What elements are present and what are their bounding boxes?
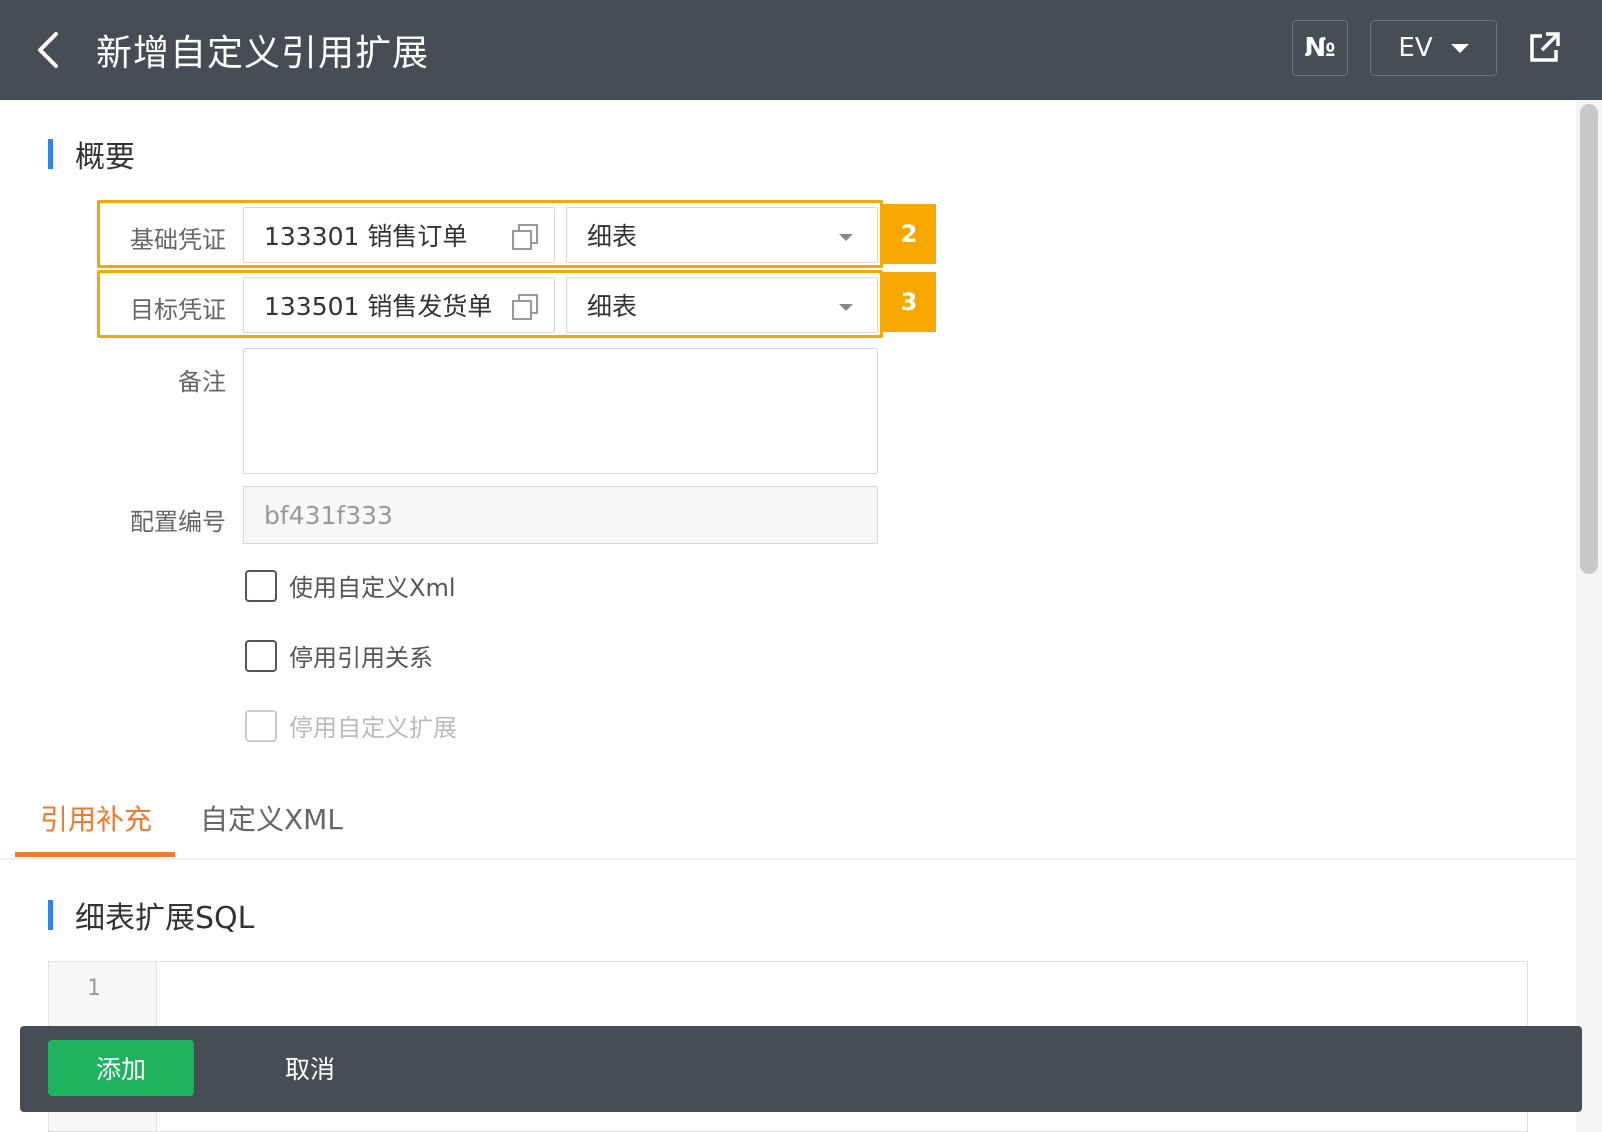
- remark-textarea[interactable]: [243, 348, 878, 474]
- base-table-value: 细表: [587, 222, 638, 251]
- line-number: 1: [87, 976, 101, 1001]
- number-label: №: [1304, 33, 1336, 63]
- tab-reference-supplement[interactable]: 引用补充: [40, 798, 152, 838]
- summary-title-text: 概要: [75, 140, 135, 175]
- checkbox-box: [245, 709, 277, 742]
- remark-label: 备注: [178, 368, 226, 396]
- section-accent-bar: [48, 139, 53, 169]
- summary-section-title: 概要: [48, 132, 135, 176]
- tab-custom-xml[interactable]: 自定义XML: [200, 798, 343, 838]
- copy-icon[interactable]: [510, 292, 540, 322]
- number-button[interactable]: №: [1292, 20, 1348, 76]
- checkbox-box[interactable]: [245, 639, 277, 672]
- target-voucher-label: 目标凭证: [130, 296, 226, 324]
- sql-section-title: 细表扩展SQL: [48, 893, 254, 937]
- active-tab-indicator: [15, 852, 175, 857]
- base-voucher-input[interactable]: 133301 销售订单: [243, 207, 555, 263]
- checkbox-label: 停用自定义扩展: [289, 714, 457, 742]
- target-table-select[interactable]: 细表: [566, 277, 878, 333]
- cancel-button[interactable]: 取消: [260, 1040, 360, 1096]
- base-table-select[interactable]: 细表: [566, 207, 878, 263]
- sql-title-text: 细表扩展SQL: [75, 901, 255, 936]
- target-voucher-input[interactable]: 133501 销售发货单: [243, 277, 555, 333]
- back-button[interactable]: [34, 30, 64, 70]
- caret-down-icon: [839, 304, 853, 311]
- export-button[interactable]: [1524, 28, 1564, 68]
- environment-dropdown[interactable]: EV: [1370, 20, 1497, 76]
- section-accent-bar: [48, 900, 53, 930]
- checkbox-label: 使用自定义Xml: [289, 574, 456, 602]
- header-bar: 新增自定义引用扩展 № EV: [0, 0, 1602, 100]
- chevron-left-icon: [38, 32, 58, 68]
- config-no-field: bf431f333: [243, 486, 878, 544]
- environment-label: EV: [1398, 33, 1433, 63]
- scrollbar-thumb[interactable]: [1580, 104, 1598, 574]
- base-voucher-value: 133301 销售订单: [264, 222, 468, 251]
- page-title: 新增自定义引用扩展: [96, 33, 430, 74]
- config-no-label: 配置编号: [130, 508, 226, 536]
- base-voucher-label: 基础凭证: [130, 226, 226, 254]
- external-link-icon: [1530, 32, 1560, 62]
- callout-badge-2: 2: [882, 204, 936, 264]
- copy-icon[interactable]: [510, 222, 540, 252]
- callout-badge-3: 3: [882, 272, 936, 332]
- checkbox-label: 停用引用关系: [289, 644, 433, 672]
- page: 新增自定义引用扩展 № EV 概要 2 基础凭证 133301 销售订单 细表 …: [0, 0, 1602, 1132]
- footer-action-bar: 添加 取消: [20, 1026, 1582, 1112]
- caret-down-icon: [1450, 43, 1469, 53]
- checkbox-disable-reference[interactable]: 停用引用关系: [245, 638, 433, 673]
- checkbox-box[interactable]: [245, 569, 277, 602]
- tab-bar: 引用补充 自定义XML: [0, 780, 1576, 860]
- target-voucher-value: 133501 销售发货单: [264, 292, 493, 321]
- checkbox-disable-custom-extension: 停用自定义扩展: [245, 708, 457, 743]
- add-button[interactable]: 添加: [48, 1040, 194, 1096]
- checkbox-use-custom-xml[interactable]: 使用自定义Xml: [245, 568, 456, 603]
- target-table-value: 细表: [587, 292, 638, 321]
- caret-down-icon: [839, 234, 853, 241]
- config-no-value: bf431f333: [264, 500, 393, 530]
